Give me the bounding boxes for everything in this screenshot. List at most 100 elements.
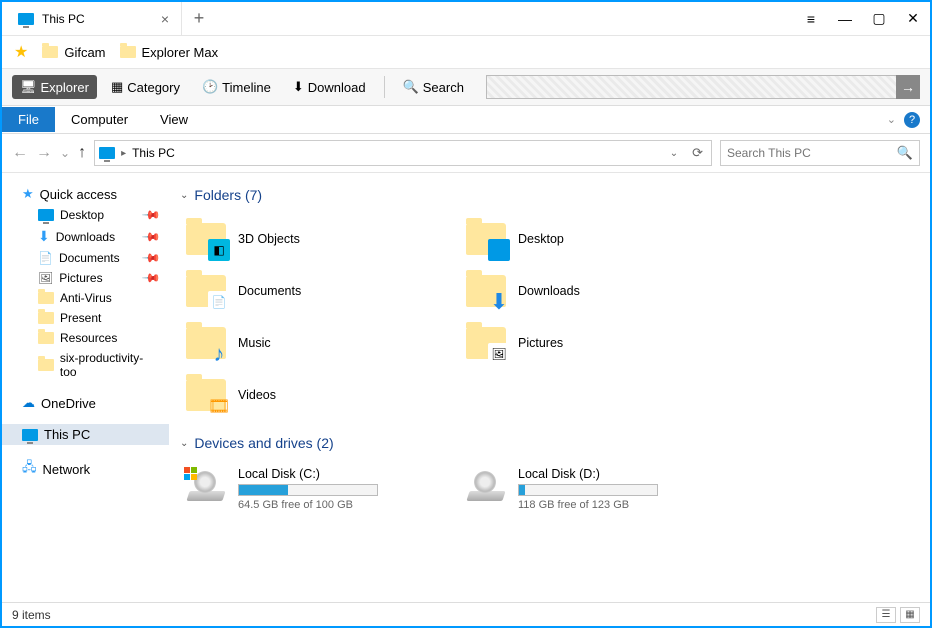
recent-locations-button[interactable]: ⌄ [60,146,70,160]
tab-title: This PC [42,12,85,26]
download-mode-button[interactable]: ⬇ Download [285,75,374,99]
ribbon: File Computer View ⌄ ? [2,106,930,134]
folder-icon [38,312,54,324]
browser-tab[interactable]: This PC × [2,2,182,35]
folder-icon [464,219,508,259]
details-view-button[interactable]: ☰ [876,607,896,623]
content-pane: ⌄ Folders (7) ◧ 3D Objects Desktop 📄Documen… [170,173,930,602]
divider [384,76,385,98]
folder-icon: 🖼 [464,323,508,363]
favorites-star-icon[interactable]: ★ [14,42,28,62]
folder-label: Pictures [518,336,563,350]
sidebar-network[interactable]: 🖧 Network [2,455,169,483]
network-icon: 🖧 [22,458,37,480]
minimize-button[interactable]: — [828,2,862,36]
download-arrow-icon: ⬇ [38,228,50,245]
folder-label: Music [238,336,271,350]
folder-item[interactable]: Desktop [460,213,740,265]
drive-item[interactable]: Local Disk (C:) 64.5 GB free of 100 GB [180,461,460,517]
group-header-drives[interactable]: ⌄ Devices and drives (2) [180,435,930,451]
search-box: 🔍 [720,140,920,166]
help-icon[interactable]: ? [904,112,920,128]
bookmark-label: Explorer Max [142,45,219,60]
ribbon-tab-view[interactable]: View [144,107,204,132]
drive-free-text: 118 GB free of 123 GB [518,499,736,511]
title-bar: This PC × + ≡ — ▢ ✕ [2,2,930,36]
forward-button[interactable]: → [36,144,52,162]
sidebar-item[interactable]: Present [2,308,169,328]
bookmark-item[interactable]: Gifcam [42,45,105,60]
drive-free-text: 64.5 GB free of 100 GB [238,499,456,511]
folder-item[interactable]: 📄Documents [180,265,460,317]
search-input[interactable] [727,146,897,160]
file-menu[interactable]: File [2,107,55,132]
windows-logo-icon [184,467,198,481]
clock-icon: 🕑 [202,79,218,95]
folder-label: 3D Objects [238,232,300,246]
close-window-button[interactable]: ✕ [896,2,930,36]
folder-icon [120,46,136,58]
sidebar-this-pc[interactable]: This PC [2,424,169,445]
folder-icon [38,359,54,371]
folder-icon: ◧ [184,219,228,259]
folder-icon [42,46,58,58]
large-icons-view-button[interactable]: ▦ [900,607,920,623]
bookmarks-bar: ★ Gifcam Explorer Max [2,36,930,69]
sidebar-item-label: Anti-Virus [60,291,112,305]
address-bar[interactable]: ▸ This PC ⌄ ⟳ [94,140,712,166]
sidebar-item[interactable]: ⬇Downloads📌 [2,225,169,248]
folder-item[interactable]: ⬇Downloads [460,265,740,317]
refresh-button[interactable]: ⟳ [688,145,707,161]
pin-icon: 📌 [141,226,161,246]
explorer-mode-button[interactable]: 🖥 Explorer [12,75,97,99]
document-icon: 📄 [38,251,53,265]
storage-bar [238,484,378,496]
close-tab-icon[interactable]: × [161,11,169,27]
sidebar-item[interactable]: Resources [2,328,169,348]
ribbon-tab-computer[interactable]: Computer [55,107,144,132]
sidebar-item[interactable]: six-productivity-too [2,348,169,382]
sidebar-item-label: Pictures [59,271,102,285]
bookmark-item[interactable]: Explorer Max [120,45,219,60]
sidebar-onedrive[interactable]: ☁ OneDrive [2,392,169,414]
maximize-button[interactable]: ▢ [862,2,896,36]
folder-icon: 🎞 [184,375,228,415]
item-count: 9 items [12,608,51,622]
folder-icon: 📄 [184,271,228,311]
sidebar-item[interactable]: 🖼Pictures📌 [2,268,169,288]
breadcrumb[interactable]: This PC [132,146,175,160]
drive-name: Local Disk (C:) [238,467,456,481]
sidebar-item-label: six-productivity-too [60,351,159,379]
group-header-folders[interactable]: ⌄ Folders (7) [180,187,930,203]
nav-bar: ← → ⌄ ↑ ▸ This PC ⌄ ⟳ 🔍 [2,134,930,173]
toolbar-search-button[interactable]: 🔍 Search [395,75,472,99]
sidebar-quick-access[interactable]: ★ Quick access [2,183,169,205]
monitor-icon [38,209,54,221]
search-icon[interactable]: 🔍 [897,145,913,161]
breadcrumb-arrow-icon: ▸ [121,148,126,159]
timeline-mode-button[interactable]: 🕑 Timeline [194,75,279,99]
sidebar-item[interactable]: Anti-Virus [2,288,169,308]
toolbar-search-input[interactable] [486,75,897,99]
folder-item[interactable]: ♪Music [180,317,460,369]
folder-item[interactable]: ◧ 3D Objects [180,213,460,265]
up-button[interactable]: ↑ [78,144,86,162]
search-go-button[interactable]: → [896,75,920,99]
new-tab-button[interactable]: + [182,8,216,29]
folder-label: Desktop [518,232,564,246]
grid-icon: ▦ [111,79,123,95]
back-button[interactable]: ← [12,144,28,162]
drive-item[interactable]: Local Disk (D:)118 GB free of 123 GB [460,461,740,517]
category-mode-button[interactable]: ▦ Category [103,75,188,99]
folder-item[interactable]: 🎞 Videos [180,369,460,421]
folder-label: Videos [238,388,276,402]
drive-icon [184,467,228,503]
menu-icon[interactable]: ≡ [794,2,828,36]
address-dropdown-icon[interactable]: ⌄ [666,148,682,159]
folder-label: Downloads [518,284,580,298]
sidebar-item[interactable]: Desktop📌 [2,205,169,225]
sidebar-item[interactable]: 📄Documents📌 [2,248,169,268]
folder-item[interactable]: 🖼 Pictures [460,317,740,369]
pin-icon: 📌 [141,268,161,288]
ribbon-collapse-icon[interactable]: ⌄ [883,113,900,126]
